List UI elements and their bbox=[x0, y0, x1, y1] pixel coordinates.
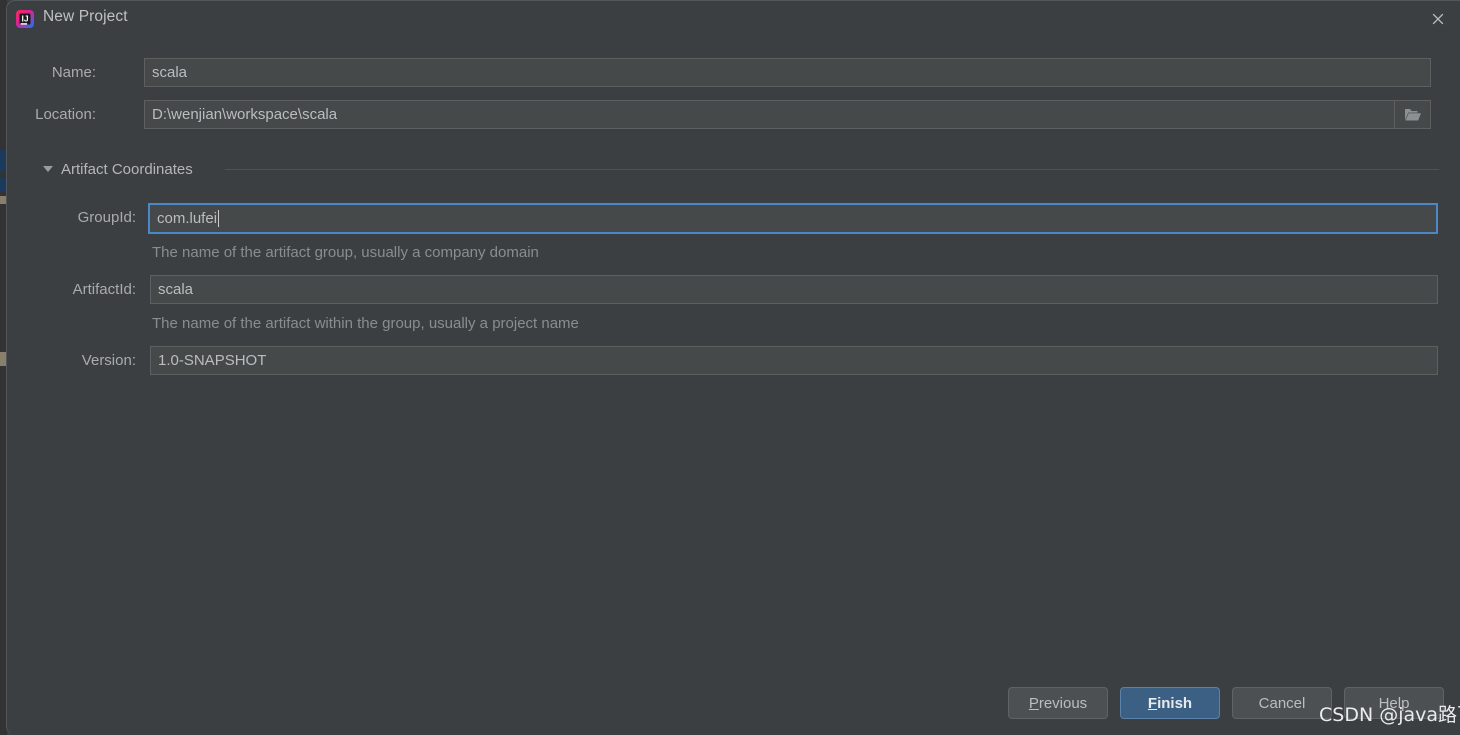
name-input-value: scala bbox=[152, 64, 188, 81]
version-label: Version: bbox=[81, 352, 136, 369]
name-label: Name: bbox=[51, 64, 96, 81]
finish-button-mnemonic: F bbox=[1147, 694, 1158, 712]
artifact-coordinates-title: Artifact Coordinates bbox=[61, 160, 193, 178]
folder-icon[interactable] bbox=[1394, 101, 1430, 128]
group-id-input-value: com.lufei bbox=[157, 210, 218, 227]
artifact-id-label: ArtifactId: bbox=[72, 281, 136, 298]
artifact-id-input[interactable]: scala bbox=[150, 275, 1438, 304]
previous-button-label: revious bbox=[1038, 694, 1088, 712]
artifact-id-hint: The name of the artifact within the grou… bbox=[152, 315, 579, 332]
close-icon[interactable] bbox=[1415, 1, 1460, 37]
finish-button[interactable]: Finish bbox=[1120, 687, 1220, 719]
group-id-hint: The name of the artifact group, usually … bbox=[152, 244, 539, 261]
location-label: Location: bbox=[35, 106, 96, 123]
version-input-value: 1.0-SNAPSHOT bbox=[158, 352, 267, 369]
cancel-button[interactable]: Cancel bbox=[1232, 687, 1332, 719]
intellij-idea-logo-icon: IJ bbox=[15, 9, 35, 29]
version-input[interactable]: 1.0-SNAPSHOT bbox=[150, 346, 1438, 375]
previous-button[interactable]: Previous bbox=[1008, 687, 1108, 719]
cancel-button-label: Cancel bbox=[1258, 694, 1306, 712]
csdn-watermark: CSDN @java路飞 bbox=[1319, 704, 1460, 726]
new-project-dialog: IJ New Project Name: scala Location: D:\… bbox=[6, 0, 1460, 735]
dialog-title-bar: IJ New Project bbox=[7, 1, 1460, 38]
triangle-down-icon bbox=[43, 166, 53, 172]
finish-button-label: inish bbox=[1157, 694, 1193, 712]
section-separator bbox=[225, 169, 1439, 170]
text-caret bbox=[218, 210, 220, 227]
dialog-title: New Project bbox=[43, 8, 128, 25]
group-id-label: GroupId: bbox=[77, 209, 136, 226]
svg-text:IJ: IJ bbox=[21, 14, 28, 24]
location-input[interactable]: D:\wenjian\workspace\scala bbox=[144, 100, 1431, 129]
name-input[interactable]: scala bbox=[144, 58, 1431, 87]
artifact-coordinates-section-toggle[interactable]: Artifact Coordinates bbox=[43, 159, 193, 179]
artifact-id-input-value: scala bbox=[158, 281, 194, 298]
previous-button-mnemonic: P bbox=[1028, 694, 1039, 712]
group-id-input[interactable]: com.lufei bbox=[148, 203, 1438, 234]
location-input-value: D:\wenjian\workspace\scala bbox=[152, 106, 338, 123]
